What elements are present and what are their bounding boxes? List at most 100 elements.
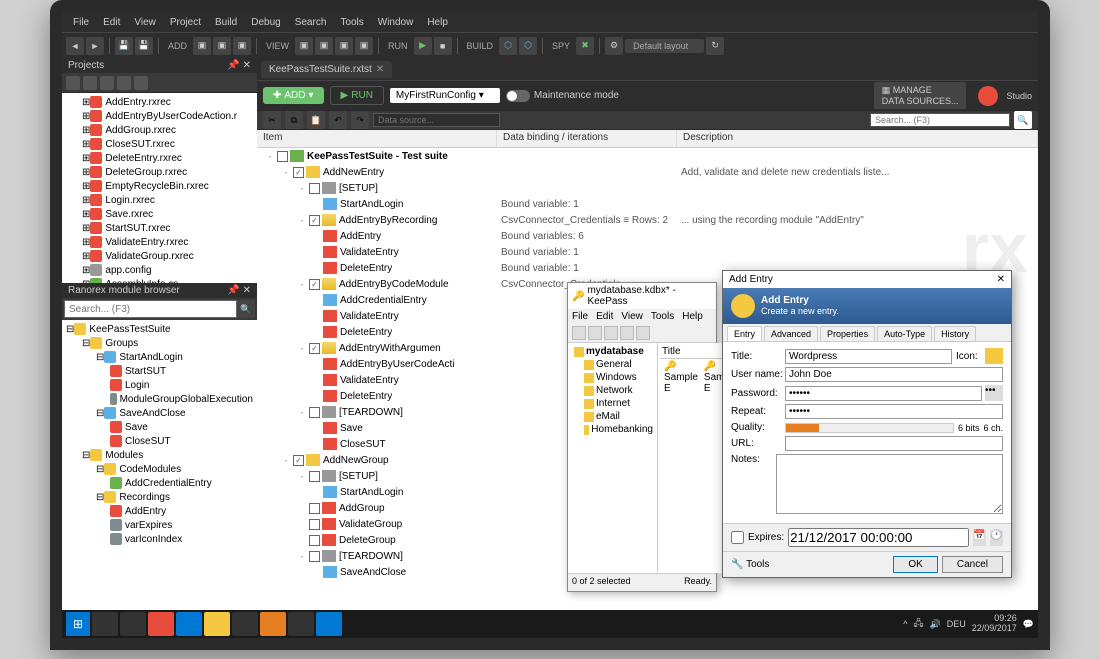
browser-item[interactable]: CloseSUT bbox=[62, 434, 257, 448]
kp-list-item[interactable]: 🔑 Sample E bbox=[662, 360, 700, 395]
projects-tree[interactable]: ⊞AddEntry.rxrec⊞AddEntryByUserCodeAction… bbox=[62, 93, 257, 283]
menu-edit[interactable]: Edit bbox=[96, 17, 127, 28]
browser-item[interactable]: varIconIndex bbox=[62, 532, 257, 546]
kp-menu-edit[interactable]: Edit bbox=[596, 311, 613, 322]
test-row[interactable]: -[SETUP] bbox=[257, 180, 1038, 196]
menu-help[interactable]: Help bbox=[420, 17, 455, 28]
windows-taskbar[interactable]: ⊞ ^ 🖧 🔊 DEU 09:2622/09/2017 💬 bbox=[62, 610, 1038, 638]
project-item[interactable]: ⊞DeleteGroup.rxrec bbox=[62, 165, 257, 179]
kp-menu-view[interactable]: View bbox=[621, 311, 643, 322]
manage-data-button[interactable]: ▦ MANAGEDATA SOURCES... bbox=[874, 82, 967, 109]
add-button[interactable]: ✚ ADD ▾ bbox=[263, 87, 324, 104]
undo-icon[interactable]: ↶ bbox=[329, 111, 347, 129]
add-entry-dialog[interactable]: Add Entry✕ Add EntryCreate a new entry. … bbox=[722, 270, 1012, 578]
browser-item[interactable]: ⊟StartAndLogin bbox=[62, 350, 257, 364]
expires-checkbox[interactable] bbox=[731, 531, 744, 544]
menu-view[interactable]: View bbox=[127, 17, 163, 28]
proj-tool4-icon[interactable] bbox=[117, 76, 131, 90]
keepass-tree[interactable]: mydatabaseGeneralWindowsNetworkInternete… bbox=[568, 343, 658, 573]
run-config-select[interactable]: MyFirstRunConfig ▾ bbox=[390, 88, 500, 103]
entry-notes-input[interactable] bbox=[776, 454, 1003, 514]
browser-item[interactable]: varExpires bbox=[62, 518, 257, 532]
kp-add-icon[interactable] bbox=[620, 326, 634, 340]
edge-taskbar-icon[interactable] bbox=[176, 612, 202, 636]
project-item[interactable]: ⊞app.config bbox=[62, 263, 257, 277]
browser-item[interactable]: ⊟CodeModules bbox=[62, 462, 257, 476]
chrome-taskbar-icon[interactable] bbox=[232, 612, 258, 636]
project-item[interactable]: ⊞AddGroup.rxrec bbox=[62, 123, 257, 137]
entry-user-input[interactable] bbox=[785, 367, 1003, 382]
back-icon[interactable]: ◄ bbox=[66, 37, 84, 55]
menu-build[interactable]: Build bbox=[208, 17, 244, 28]
firefox-taskbar-icon[interactable] bbox=[260, 612, 286, 636]
view2-icon[interactable]: ▣ bbox=[315, 37, 333, 55]
tray-up-icon[interactable]: ^ bbox=[903, 619, 907, 629]
search-taskbar-icon[interactable] bbox=[92, 612, 118, 636]
entry-title-input[interactable] bbox=[785, 349, 952, 364]
ae-tab-properties[interactable]: Properties bbox=[820, 326, 875, 341]
browser-item[interactable]: AddEntry bbox=[62, 504, 257, 518]
kp-open-icon[interactable] bbox=[588, 326, 602, 340]
ae-tab-advanced[interactable]: Advanced bbox=[764, 326, 818, 341]
save-all-icon[interactable]: 💾 bbox=[135, 37, 153, 55]
menu-search[interactable]: Search bbox=[288, 17, 334, 28]
project-item[interactable]: ⊞Save.rxrec bbox=[62, 207, 257, 221]
menu-file[interactable]: File bbox=[66, 17, 96, 28]
calendar-icon[interactable]: 📅 bbox=[973, 530, 986, 546]
menu-tools[interactable]: Tools bbox=[333, 17, 370, 28]
copy-icon[interactable]: ⧉ bbox=[285, 111, 303, 129]
project-item[interactable]: ⊞DeleteEntry.rxrec bbox=[62, 151, 257, 165]
close-tab-icon[interactable]: ✕ bbox=[376, 64, 384, 75]
explorer-taskbar-icon[interactable] bbox=[204, 612, 230, 636]
entry-icon-button[interactable] bbox=[985, 348, 1003, 364]
layout-select[interactable]: Default layout bbox=[625, 39, 704, 53]
tools-button[interactable]: 🔧 Tools bbox=[731, 559, 769, 570]
add-item-icon[interactable]: ▣ bbox=[193, 37, 211, 55]
kp-menu-help[interactable]: Help bbox=[682, 311, 703, 322]
test-row[interactable]: -✓AddEntryByRecordingCsvConnector_Creden… bbox=[257, 212, 1038, 228]
run-button[interactable]: ▶ RUN bbox=[330, 86, 384, 105]
menu-window[interactable]: Window bbox=[371, 17, 421, 28]
project-item[interactable]: ⊞ValidateEntry.rxrec bbox=[62, 235, 257, 249]
grid-search-icon[interactable]: 🔍 bbox=[1014, 111, 1032, 129]
tray-clock[interactable]: 09:2622/09/2017 bbox=[972, 614, 1017, 634]
browser-item[interactable]: AddCredentialEntry bbox=[62, 476, 257, 490]
entry-repeat-input[interactable] bbox=[785, 404, 1003, 419]
browser-item[interactable]: Login bbox=[62, 378, 257, 392]
panel-pin-icon[interactable]: 📌 ✕ bbox=[227, 60, 251, 71]
project-item[interactable]: ⊞AddEntryByUserCodeAction.r bbox=[62, 109, 257, 123]
add-entry-tabs[interactable]: EntryAdvancedPropertiesAuto-TypeHistory bbox=[723, 324, 1011, 342]
browser-tree[interactable]: ⊟KeePassTestSuite⊟Groups⊟StartAndLoginSt… bbox=[62, 320, 257, 610]
kp-menu-tools[interactable]: Tools bbox=[651, 311, 674, 322]
project-item[interactable]: ⊞ValidateGroup.rxrec bbox=[62, 249, 257, 263]
add-rec-icon[interactable]: ▣ bbox=[213, 37, 231, 55]
kp-tree-item[interactable]: eMail bbox=[570, 410, 655, 423]
redo-icon[interactable]: ↷ bbox=[351, 111, 369, 129]
ae-tab-history[interactable]: History bbox=[934, 326, 976, 341]
editor-tab[interactable]: KeePassTestSuite.rxtst✕ bbox=[261, 61, 392, 78]
browser-item[interactable]: ⊟KeePassTestSuite bbox=[62, 322, 257, 336]
kp-tree-item[interactable]: Internet bbox=[570, 397, 655, 410]
entry-url-input[interactable] bbox=[785, 436, 1003, 451]
browser-item[interactable]: Save bbox=[62, 420, 257, 434]
start-button[interactable]: ⊞ bbox=[66, 612, 90, 636]
taskview-icon[interactable] bbox=[120, 612, 146, 636]
spy-icon[interactable]: ✖ bbox=[576, 37, 594, 55]
browser-item[interactable]: ⊟SaveAndClose bbox=[62, 406, 257, 420]
proj-tool5-icon[interactable] bbox=[134, 76, 148, 90]
test-row[interactable]: ValidateEntryBound variable: 1 bbox=[257, 244, 1038, 260]
expires-date-input[interactable] bbox=[788, 528, 969, 547]
kp-tree-item[interactable]: Homebanking bbox=[570, 423, 655, 436]
project-item[interactable]: ⊞CloseSUT.rxrec bbox=[62, 137, 257, 151]
keepass-window[interactable]: 🔑 mydatabase.kdbx* - KeePass FileEditVie… bbox=[567, 282, 717, 592]
proj-tool1-icon[interactable] bbox=[66, 76, 80, 90]
cut-icon[interactable]: ✂ bbox=[263, 111, 281, 129]
settings-icon[interactable]: ⚙ bbox=[605, 37, 623, 55]
save-icon[interactable]: 💾 bbox=[115, 37, 133, 55]
view1-icon[interactable]: ▣ bbox=[295, 37, 313, 55]
test-row[interactable]: -KeePassTestSuite - Test suite bbox=[257, 148, 1038, 164]
kp-tree-item[interactable]: General bbox=[570, 358, 655, 371]
browser-item[interactable]: ⊟Recordings bbox=[62, 490, 257, 504]
ae-tab-entry[interactable]: Entry bbox=[727, 326, 762, 341]
test-row[interactable]: -✓AddNewEntryAdd, validate and delete ne… bbox=[257, 164, 1038, 180]
